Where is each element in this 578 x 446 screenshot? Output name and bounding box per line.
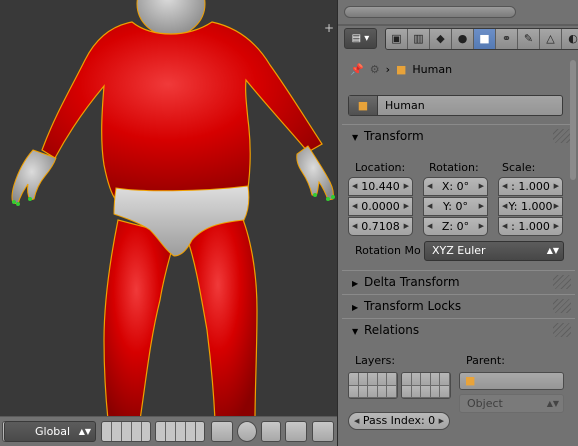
location-x-field[interactable]: ◀ 10.440 ▶ — [348, 177, 413, 196]
divider — [338, 24, 578, 26]
object-breadcrumb-icon: ■ — [395, 62, 407, 76]
data-icon[interactable]: △ — [540, 29, 562, 49]
context-tabs: ▣ ▥ ◆ ● ■ ⚭ ✎ △ ◐ — [385, 28, 578, 50]
rotation-z-field[interactable]: ◀ Z: 0° ▶ — [423, 217, 488, 236]
human-left-hand — [11, 149, 57, 205]
chevron-updown-icon: ▲▼ — [546, 399, 559, 408]
properties-editor: ▤ ▾ ▣ ▥ ◆ ● ■ ⚭ ✎ △ ◐ 📌 ⚙ › ■ Human ■ Hu… — [337, 0, 578, 446]
chevron-updown-icon: ▲▼ — [546, 246, 559, 255]
scale-y: Y: 1.000 — [508, 200, 553, 213]
panel-title: Delta Transform — [364, 275, 460, 289]
parent-type-select[interactable]: Object ▲▼ — [459, 394, 564, 413]
human-left-leg — [103, 219, 177, 421]
rotation-y-field[interactable]: ◀ Y: 0° ▶ — [423, 197, 488, 216]
pin-icon[interactable]: 📌 — [350, 63, 364, 76]
object-icon: ■ — [465, 374, 476, 387]
rotation-x: X: 0° — [441, 180, 470, 193]
orientation-select[interactable]: Global ▲▼ — [4, 421, 96, 442]
scale-y-field[interactable]: ◀ Y: 1.000 ▶ — [498, 197, 563, 216]
human-right-leg — [185, 211, 258, 421]
object-name: Human — [385, 99, 425, 112]
expanded-triangle-icon: ▼ — [352, 133, 359, 142]
chevron-updown-icon: ▲▼ — [78, 427, 91, 436]
panel-title: Transform — [364, 129, 424, 143]
rotation-mode-value: XYZ Euler — [432, 244, 486, 257]
scale-label: Scale: — [502, 161, 536, 174]
rotation-x-field[interactable]: ◀ X: 0° ▶ — [423, 177, 488, 196]
layer-grid-left[interactable] — [348, 372, 398, 399]
layer-buttons[interactable] — [101, 421, 151, 442]
panel-title: Relations — [364, 323, 420, 337]
increment-arrow-icon[interactable]: ▶ — [439, 413, 444, 429]
world-icon[interactable]: ● — [452, 29, 474, 49]
layer-grid-right[interactable] — [401, 372, 451, 399]
location-y-field[interactable]: ◀ 0.0000 ▶ — [348, 197, 413, 216]
scene-icon[interactable]: ◆ — [430, 29, 452, 49]
expanded-triangle-icon: ▼ — [352, 327, 359, 336]
viewport-header: Global ▲▼ — [0, 416, 337, 446]
pass-index-field[interactable]: ◀ Pass Index: 0 ▶ — [348, 412, 450, 430]
drag-grip-icon[interactable] — [553, 129, 571, 143]
vertical-scrollbar[interactable] — [570, 60, 576, 180]
3d-viewport[interactable]: + Global ▲▼ — [0, 0, 337, 446]
layer-buttons-2[interactable] — [155, 421, 205, 442]
scale-z: : 1.000 — [511, 220, 550, 233]
parent-label: Parent: — [466, 354, 505, 367]
location-z-field[interactable]: ◀ 0.7108 ▶ — [348, 217, 413, 236]
orientation-value: Global — [35, 425, 71, 438]
render-layers-icon[interactable]: ▥ — [408, 29, 430, 49]
local-view-icon[interactable] — [211, 421, 233, 442]
modifiers-icon[interactable]: ✎ — [518, 29, 540, 49]
breadcrumb: 📌 ⚙ › ■ Human — [350, 60, 458, 78]
drag-grip-icon[interactable] — [553, 323, 571, 337]
human-right-hand — [296, 145, 334, 201]
scale-x-field[interactable]: ◀: 1.000 ▶ — [498, 177, 563, 196]
layers-label: Layers: — [355, 354, 396, 367]
rotation-y: Y: 0° — [443, 200, 468, 213]
constraints-icon[interactable]: ⚭ — [496, 29, 518, 49]
snap-element-icon[interactable] — [285, 421, 307, 442]
breadcrumb-separator: › — [385, 62, 390, 76]
render-icon[interactable]: ▣ — [386, 29, 408, 49]
material-icon[interactable]: ◐ — [562, 29, 578, 49]
pivot-icon[interactable] — [237, 421, 257, 442]
location-x: 10.440 — [361, 180, 400, 193]
panel-transform-locks-header[interactable]: ▶ Transform Locks — [342, 294, 575, 316]
properties-top-bar — [338, 0, 578, 24]
collapsed-triangle-icon: ▶ — [352, 279, 359, 288]
human-torso — [41, 21, 323, 201]
breadcrumb-object: Human — [412, 62, 453, 76]
panel-title: Transform Locks — [364, 299, 462, 313]
rotation-label: Rotation: — [429, 161, 479, 174]
editor-type-select[interactable]: ▤ ▾ — [344, 28, 377, 49]
pass-index-value: Pass Index: 0 — [362, 414, 436, 427]
scale-z-field[interactable]: ◀: 1.000 ▶ — [498, 217, 563, 236]
parent-field[interactable]: ■ — [459, 372, 564, 390]
parent-type-value: Object — [467, 397, 503, 410]
horizontal-scrollbar[interactable] — [344, 6, 516, 18]
drag-grip-icon[interactable] — [553, 275, 571, 289]
rotation-mode-select[interactable]: XYZ Euler ▲▼ — [424, 241, 564, 261]
rotation-z: Z: 0° — [441, 220, 470, 233]
scene-breadcrumb-icon: ⚙ — [369, 62, 380, 76]
decrement-arrow-icon[interactable]: ◀ — [354, 413, 359, 429]
object-icon[interactable]: ■ — [474, 29, 496, 49]
object-name-field[interactable]: ■ Human — [348, 95, 563, 116]
object-datablock-icon[interactable]: ■ — [349, 96, 378, 115]
magnet-snap-icon[interactable] — [261, 421, 281, 442]
viewport-scene — [11, 0, 335, 421]
context-row: ▤ ▾ ▣ ▥ ◆ ● ■ ⚭ ✎ △ ◐ — [344, 28, 578, 50]
viewport-plus-icon[interactable]: + — [323, 22, 335, 34]
render-preview-icon[interactable] — [312, 421, 334, 442]
scale-x: : 1.000 — [511, 180, 550, 193]
rotation-mode-label: Rotation Mo — [355, 244, 421, 257]
location-z: 0.7108 — [361, 220, 400, 233]
panel-relations-header[interactable]: ▼ Relations — [342, 318, 575, 340]
location-label: Location: — [355, 161, 406, 174]
drag-grip-icon[interactable] — [553, 299, 571, 313]
panel-transform-header[interactable]: ▼ Transform — [342, 124, 575, 146]
location-y: 0.0000 — [361, 200, 400, 213]
collapsed-triangle-icon: ▶ — [352, 303, 359, 312]
panel-delta-transform-header[interactable]: ▶ Delta Transform — [342, 270, 575, 292]
